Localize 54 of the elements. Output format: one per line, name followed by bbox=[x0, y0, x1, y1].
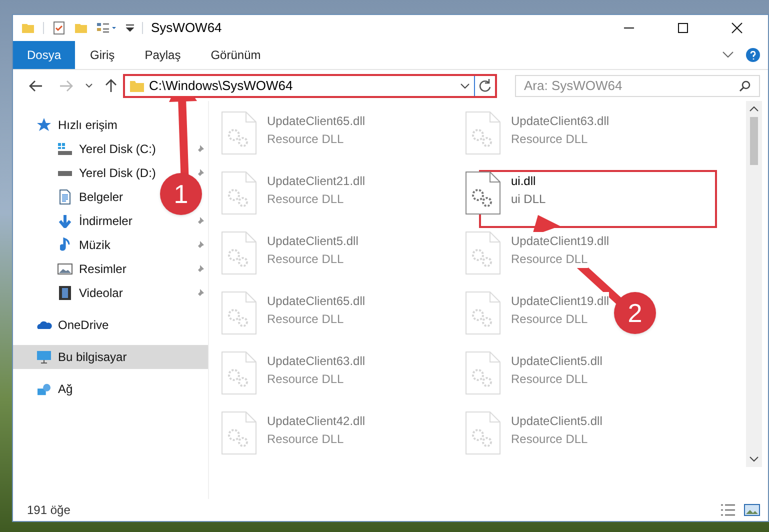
folder-icon bbox=[129, 78, 145, 92]
ribbon-tab[interactable]: Görünüm bbox=[196, 41, 276, 69]
navigation-item[interactable]: Yerel Disk (C:) bbox=[13, 137, 208, 161]
dropdown-caret-icon[interactable] bbox=[460, 82, 470, 88]
navigation-item[interactable]: Resimler bbox=[13, 257, 208, 281]
picture-icon bbox=[57, 263, 73, 275]
navigation-item[interactable]: Hızlı erişim bbox=[13, 113, 126, 137]
film-icon bbox=[59, 285, 71, 301]
network-icon bbox=[36, 382, 52, 396]
details-view-icon[interactable] bbox=[720, 503, 736, 517]
star-icon bbox=[36, 117, 52, 133]
address-bar[interactable]: C:\Windows\SysWOW64 bbox=[123, 74, 497, 98]
file-name[interactable]: UpdateClient19.dll bbox=[511, 292, 610, 310]
drive-icon bbox=[57, 143, 73, 155]
file-name[interactable]: ui.dll bbox=[511, 172, 536, 190]
scroll-thumb[interactable] bbox=[750, 117, 758, 165]
navigation-item[interactable]: Müzik bbox=[13, 233, 208, 257]
large-icons-view-icon[interactable] bbox=[744, 503, 760, 517]
file-name[interactable]: UpdateClient19.dll bbox=[511, 232, 610, 250]
search-field[interactable]: Ara: SysWOW64 bbox=[515, 74, 760, 96]
recent-locations-icon[interactable] bbox=[85, 82, 93, 88]
music-note-icon bbox=[60, 237, 70, 253]
file-type: Resource DLL bbox=[511, 250, 588, 268]
folder-icon[interactable] bbox=[21, 21, 35, 35]
window-title: SysWOW64 bbox=[151, 19, 222, 38]
navigation-item[interactable]: Bu bilgisayar bbox=[13, 345, 208, 369]
down-arrow-icon bbox=[58, 214, 72, 228]
properties-icon[interactable] bbox=[52, 21, 66, 35]
monitor-icon bbox=[36, 350, 52, 364]
drive-icon bbox=[58, 170, 72, 176]
expand-ribbon-icon[interactable] bbox=[722, 51, 734, 59]
navigation-item[interactable]: Videolar bbox=[13, 281, 208, 305]
dll-file-icon[interactable] bbox=[465, 171, 501, 215]
navigation-item[interactable]: Ağ bbox=[13, 377, 81, 401]
up-arrow-icon[interactable] bbox=[105, 78, 117, 92]
search-input[interactable]: Ara: SysWOW64 bbox=[524, 76, 739, 96]
document-icon bbox=[59, 189, 71, 205]
view-options-icon[interactable] bbox=[96, 21, 118, 35]
scrollbar[interactable] bbox=[746, 101, 762, 467]
back-arrow-icon[interactable] bbox=[29, 80, 43, 92]
new-folder-icon[interactable] bbox=[74, 21, 88, 35]
ribbon-tab[interactable]: Paylaş bbox=[130, 41, 196, 69]
cloud-icon bbox=[36, 320, 52, 330]
file-type: ui DLL bbox=[511, 191, 546, 208]
navigation-item[interactable]: OneDrive bbox=[13, 313, 117, 337]
search-icon[interactable] bbox=[739, 80, 751, 92]
forward-arrow-icon[interactable] bbox=[59, 80, 73, 92]
item-count: 191 öğe bbox=[27, 502, 70, 519]
help-icon[interactable] bbox=[746, 48, 760, 62]
ribbon-tab[interactable]: Dosya bbox=[13, 41, 76, 69]
customize-toolbar-icon[interactable] bbox=[126, 23, 134, 33]
ribbon-tab[interactable]: Giriş bbox=[75, 41, 130, 69]
address-path: C:\Windows\SysWOW64 bbox=[149, 76, 293, 95]
navigation-item[interactable]: Belgeler bbox=[13, 185, 132, 209]
